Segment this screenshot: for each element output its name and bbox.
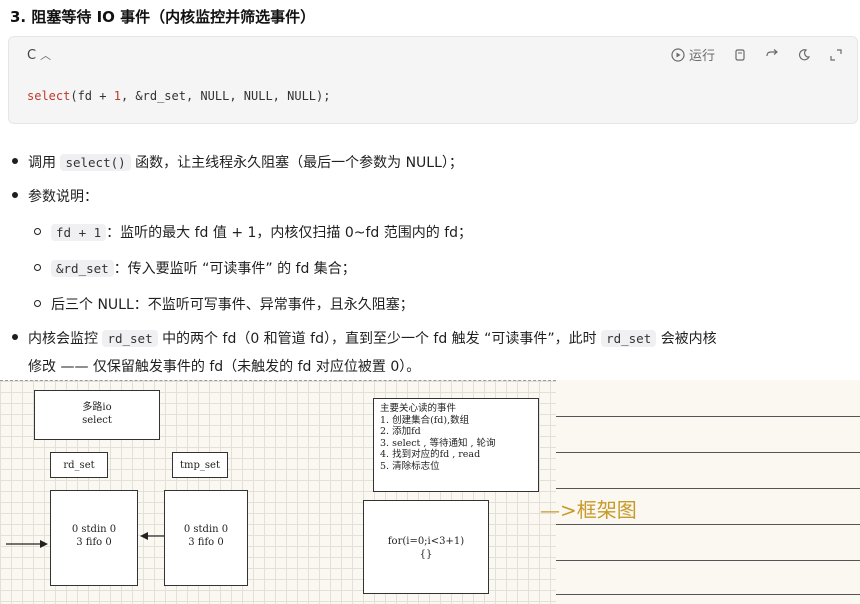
bullet-suffix: 会被内核 xyxy=(660,331,717,347)
play-icon xyxy=(671,47,685,62)
list-item-continuation: 修改 —— 仅保留触发事件的 fd（未触发的 fd 对应位被置 0）。 xyxy=(28,359,421,375)
expand-icon xyxy=(830,48,842,61)
list-item: 内核会监控 rd_set 中的两个 fd（0 和管道 fd），直到至少一个 fd… xyxy=(12,328,717,348)
moon-icon xyxy=(798,48,811,60)
code-block: C ︿ 运行 select(fd + 1, &rd_set, NULL, NULL… xyxy=(8,36,858,124)
sub-list-item: 后三个 NULL：不监听可写事件、异常事件，且永久阻塞； xyxy=(34,294,414,314)
code-args-post: , &rd_set, NULL, NULL, NULL); xyxy=(120,89,331,103)
note-line: 4. 找到对应的fd , read xyxy=(380,449,481,460)
list-item: 参数说明： xyxy=(12,186,98,206)
ruled-line xyxy=(556,594,860,595)
steps-note-box: 主要关心读的事件 1. 创建集合(fd),数组 2. 添加fd 3. selec… xyxy=(373,398,539,492)
bullet-circle xyxy=(34,227,41,235)
chevron-up-icon: ︿ xyxy=(40,49,52,62)
inline-code: select() xyxy=(60,154,131,171)
note-line: 2. 添加fd xyxy=(380,426,421,437)
wrap-button[interactable] xyxy=(765,48,779,62)
arrow-between-head xyxy=(140,532,148,540)
copy-button[interactable] xyxy=(733,48,747,62)
bullet-suffix: ：监听的最大 fd 值 + 1，内核仅扫描 0~fd 范围内的 fd； xyxy=(106,225,473,241)
inline-code: fd + 1 xyxy=(51,224,107,241)
inline-code: &rd_set xyxy=(51,260,114,277)
bullet-circle xyxy=(34,299,41,307)
note-line: 5. 清除标志位 xyxy=(380,460,440,472)
inline-code: rd_set xyxy=(601,330,657,347)
bullet-dot xyxy=(12,192,18,198)
bullet-circle xyxy=(34,263,41,271)
code-block-header: C ︿ 运行 xyxy=(9,37,857,73)
expand-button[interactable] xyxy=(829,48,843,62)
bullet-prefix: 调用 xyxy=(28,155,56,171)
ruled-line xyxy=(556,524,860,525)
handwritten-annotation: —>框架图 xyxy=(540,498,637,522)
notepad-area xyxy=(556,380,860,604)
code-language-label: C xyxy=(27,48,37,63)
bullet-text: 参数说明： xyxy=(28,189,98,205)
ruled-line xyxy=(556,488,860,489)
list-item: 调用 select() 函数，让主线程永久阻塞（最后一个参数为 NULL）； xyxy=(12,152,463,172)
arrow-in-head xyxy=(40,540,48,548)
box-line: for(i=0;i<3+1) xyxy=(387,536,465,547)
section-heading: 3. 阻塞等待 IO 事件（内核监控并筛选事件） xyxy=(10,8,316,26)
bullet-dot xyxy=(12,158,18,164)
note-line: 3. select , 等待通知 , 轮询 xyxy=(380,437,496,449)
copy-icon xyxy=(735,48,745,61)
code-toolbar: 运行 xyxy=(671,45,843,64)
code-language-toggle[interactable]: C ︿ xyxy=(27,47,51,63)
code-function: select xyxy=(27,89,71,103)
inline-code: rd_set xyxy=(102,330,158,347)
box-line: {} xyxy=(419,549,433,560)
ruled-line xyxy=(556,452,860,453)
run-label: 运行 xyxy=(688,49,715,64)
theme-button[interactable] xyxy=(797,48,811,62)
sub-list-item: &rd_set ：传入要监听 “可读事件” 的 fd 集合； xyxy=(34,258,356,278)
note-line: 主要关心读的事件 xyxy=(380,403,457,414)
note-line: 1. 创建集合(fd),数组 xyxy=(380,414,470,426)
code-number: 1 xyxy=(113,89,121,103)
bullet-dot xyxy=(12,334,18,340)
bullet-prefix: 内核会监控 xyxy=(28,331,98,347)
code-line[interactable]: select(fd + 1, &rd_set, NULL, NULL, NULL… xyxy=(27,89,330,103)
run-button[interactable]: 运行 xyxy=(671,45,715,64)
ruled-line xyxy=(556,560,860,561)
sub-list-item: fd + 1 ：监听的最大 fd 值 + 1，内核仅扫描 0~fd 范围内的 fd… xyxy=(34,222,472,242)
bullet-text: 后三个 NULL：不监听可写事件、异常事件，且永久阻塞； xyxy=(51,297,414,313)
code-args-pre: (fd + xyxy=(70,89,114,103)
bullet-suffix: 函数，让主线程永久阻塞（最后一个参数为 NULL）； xyxy=(135,155,463,171)
ruled-line xyxy=(556,416,860,417)
loop-box: for(i=0;i<3+1) {} xyxy=(363,500,489,594)
bullet-suffix: ：传入要监听 “可读事件” 的 fd 集合； xyxy=(113,261,356,277)
bullet-mid: 中的两个 fd（0 和管道 fd），直到至少一个 fd 触发 “可读事件”，此时 xyxy=(162,331,597,347)
wrap-icon xyxy=(766,48,778,56)
